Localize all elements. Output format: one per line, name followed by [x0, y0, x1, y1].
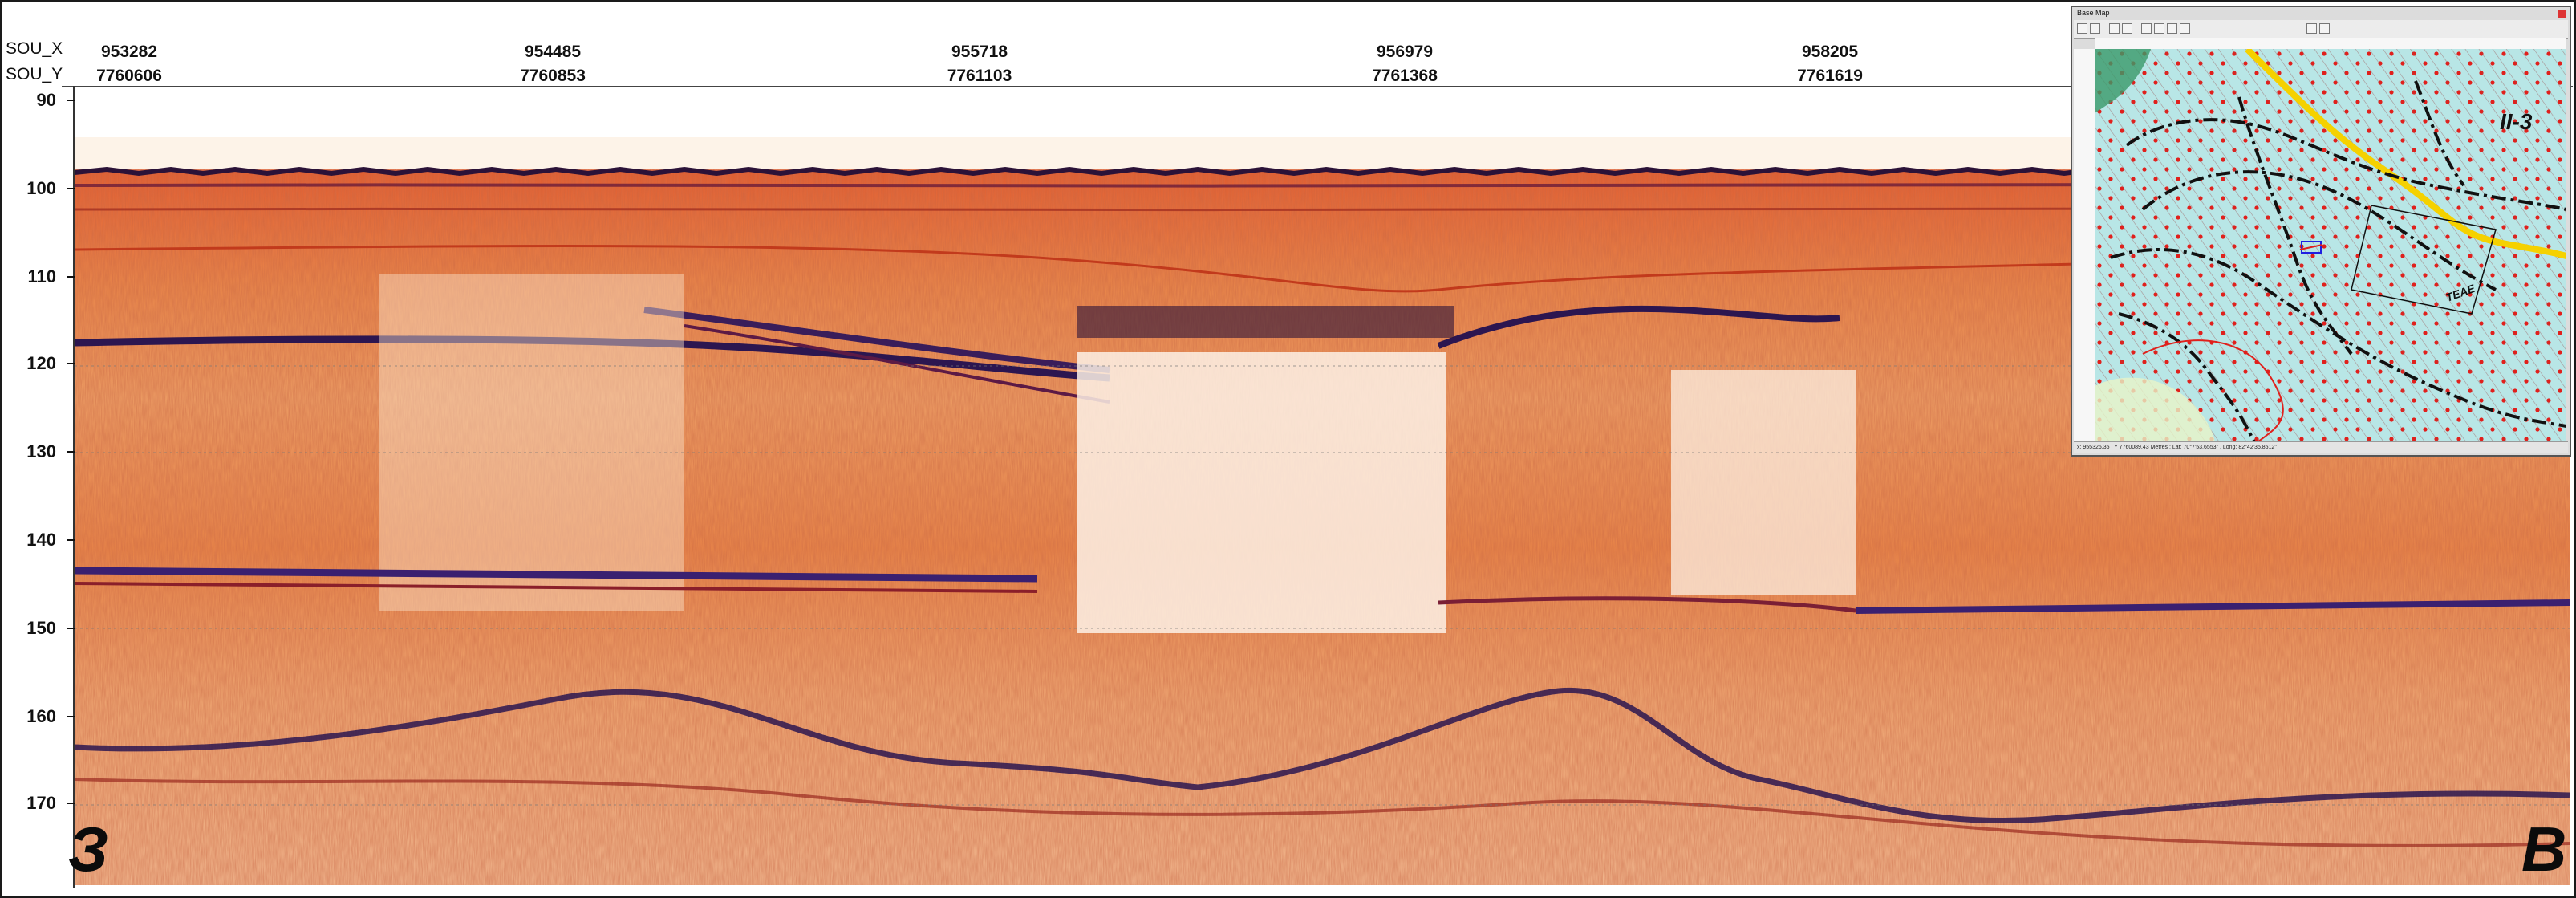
tick-mark-150 [67, 628, 75, 629]
coord-x-3: 955718 [951, 43, 1008, 61]
depth-tick-150: 150 [26, 618, 56, 638]
tick-mark-160 [67, 716, 75, 717]
coord-y-4: 7761368 [1372, 67, 1438, 85]
inset-status-bar: x: 955326.35 , Y 7760089.43 Metres ; Lat… [2074, 441, 2568, 453]
layers-icon[interactable] [2154, 23, 2164, 34]
sou-y-label: SOU_Y [6, 65, 63, 83]
tick-mark-140 [67, 539, 75, 541]
inset-window-title: Base Map [2077, 9, 2110, 17]
inset-horizontal-ruler [2095, 38, 2566, 49]
tick-mark-170 [67, 803, 75, 804]
coord-x-2: 954485 [524, 43, 582, 61]
tick-mark-100 [67, 188, 75, 189]
map-label-ii-3: II-3 [2500, 109, 2533, 134]
tick-mark-130 [67, 451, 75, 453]
close-icon[interactable] [2558, 10, 2566, 18]
coord-x-1: 953282 [100, 43, 158, 61]
coord-x-5: 958205 [1801, 43, 1859, 61]
panel-label-left: З [68, 814, 109, 884]
refresh-icon[interactable] [2319, 23, 2330, 34]
tick-mark-90 [67, 100, 75, 101]
seismic-section-window: SOU_X SOU_Y 953282 7760606 954485 776085… [0, 0, 2576, 898]
coord-y-5: 7761619 [1797, 67, 1863, 85]
print-icon[interactable] [2167, 23, 2177, 34]
depth-tick-140: 140 [26, 530, 56, 550]
select-tool-icon[interactable] [2077, 23, 2087, 34]
pan-tool-icon[interactable] [2090, 23, 2100, 34]
depth-tick-90: 90 [36, 90, 56, 110]
depth-tick-100: 100 [26, 178, 56, 198]
panel-label-right: В [2521, 814, 2567, 884]
measure-tool-icon[interactable] [2141, 23, 2152, 34]
base-map-inset-window[interactable]: Base Map II-3 ТЕАЕ x: 955326.35 , Y 7760… [2071, 6, 2571, 457]
coord-y-2: 7760853 [520, 67, 586, 85]
zoom-out-icon[interactable] [2122, 23, 2132, 34]
tick-mark-110 [67, 276, 75, 278]
depth-tick-160: 160 [26, 706, 56, 726]
base-map-canvas[interactable]: II-3 ТЕАЕ [2095, 49, 2566, 444]
coord-y-3: 7761103 [947, 67, 1012, 85]
depth-tick-120: 120 [26, 353, 56, 373]
inset-toolbar [2074, 20, 2568, 39]
coord-x-4: 956979 [1376, 43, 1434, 61]
tick-mark-120 [67, 363, 75, 364]
depth-tick-170: 170 [26, 793, 56, 813]
settings-icon[interactable] [2306, 23, 2317, 34]
coord-y-1: 7760606 [96, 67, 162, 85]
depth-tick-110: 110 [27, 266, 57, 286]
depth-tick-130: 130 [26, 441, 56, 461]
sou-x-label: SOU_X [6, 39, 63, 58]
save-icon[interactable] [2180, 23, 2190, 34]
inset-vertical-ruler [2074, 49, 2095, 444]
zoom-in-icon[interactable] [2109, 23, 2120, 34]
